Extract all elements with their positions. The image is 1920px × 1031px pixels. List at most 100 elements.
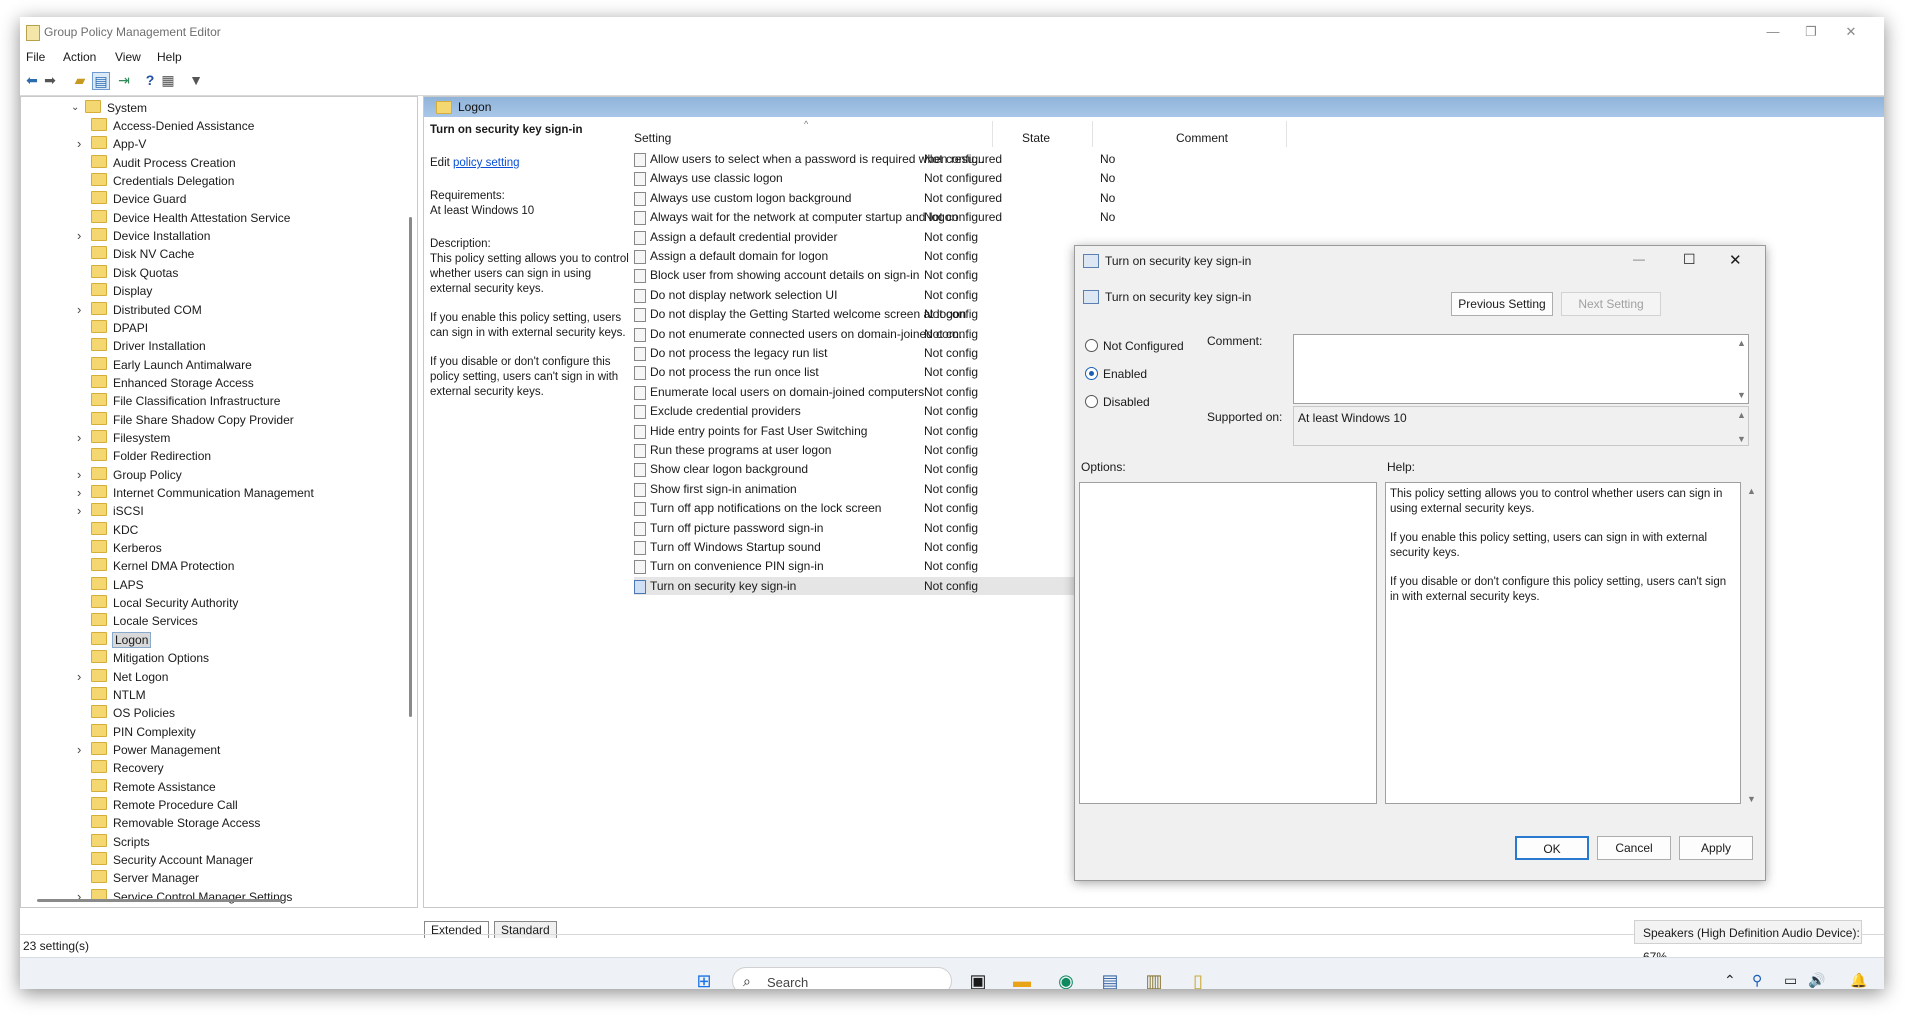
restore-button[interactable]: ❐ (1798, 22, 1824, 42)
chevron-up-icon[interactable]: ⌃ (1724, 972, 1736, 989)
tree-node[interactable]: Kerberos (91, 539, 162, 557)
policy-editor-icon[interactable]: ▯ (1186, 969, 1210, 989)
tree-node[interactable]: Remote Procedure Call (91, 796, 238, 814)
tree-node[interactable]: Recovery (91, 759, 164, 777)
tree-node[interactable]: Early Launch Antimalware (91, 356, 252, 374)
policy-row[interactable]: Do not display the Getting Started welco… (634, 305, 1054, 323)
column-separator[interactable] (1092, 121, 1093, 147)
tree-node[interactable]: LAPS (91, 576, 144, 594)
column-header-setting[interactable]: Setting (634, 131, 671, 145)
edge-icon[interactable]: ◉ (1054, 969, 1078, 989)
display-icon[interactable]: ▭ (1784, 972, 1797, 989)
menu-file[interactable]: File (26, 50, 45, 64)
tree-node[interactable]: Locale Services (91, 612, 198, 630)
menu-action[interactable]: Action (63, 50, 96, 64)
export-list-icon[interactable]: ⇥ (116, 72, 132, 88)
policy-row[interactable]: Turn off picture password sign-in Not con… (634, 519, 1054, 537)
tree-node[interactable]: Enhanced Storage Access (91, 374, 254, 392)
tree-horizontal-scrollbar[interactable] (37, 899, 282, 902)
policy-row[interactable]: Turn off Windows Startup sound Not config… (634, 538, 1054, 556)
policy-row[interactable]: Do not display network selection UI Not c… (634, 286, 1054, 304)
chevron-right-icon[interactable]: › (77, 668, 81, 686)
tree-node[interactable]: File Share Shadow Copy Provider (91, 411, 294, 429)
task-view-icon[interactable]: ▣ (966, 969, 990, 989)
tree-node[interactable]: Access-Denied Assistance (91, 117, 254, 135)
tree-node[interactable]: NTLM (91, 686, 146, 704)
chevron-right-icon[interactable]: › (77, 135, 81, 153)
policy-row[interactable]: Enumerate local users on domain-joined c… (634, 383, 1054, 401)
column-header-state[interactable]: State (1022, 131, 1050, 145)
dialog-minimize-button[interactable]: — (1633, 252, 1653, 266)
scroll-down-arrow-icon[interactable]: ▼ (1747, 794, 1756, 804)
policy-row[interactable]: Always wait for the network at computer … (634, 208, 1115, 226)
tree-node[interactable]: Remote Assistance (91, 778, 216, 796)
tree-node[interactable]: KDC (91, 521, 138, 539)
tree-node[interactable]: › App-V (77, 135, 146, 153)
tree-node[interactable]: Logon (91, 631, 152, 649)
scroll-up-arrow-icon[interactable]: ▲ (1747, 486, 1756, 496)
server-manager-icon[interactable]: ▤ (1098, 969, 1122, 989)
radio-enabled-label[interactable]: Enabled (1103, 367, 1147, 381)
policy-row[interactable]: Turn off app notifications on the lock s… (634, 499, 1054, 517)
tree-node[interactable]: › Internet Communication Management (77, 484, 314, 502)
policy-row[interactable]: Turn on convenience PIN sign-in Not confi… (634, 557, 1054, 575)
tree-node[interactable]: Disk Quotas (91, 264, 178, 282)
dialog-maximize-button[interactable]: ☐ (1683, 251, 1703, 268)
next-setting-button[interactable]: Next Setting (1561, 292, 1661, 316)
gpmc-icon[interactable]: ▥ (1142, 969, 1166, 989)
policy-row[interactable]: Hide entry points for Fast User Switchin… (634, 422, 1054, 440)
tree-node[interactable]: › Power Management (77, 741, 220, 759)
scroll-up-arrow-icon[interactable]: ▲ (1737, 338, 1746, 348)
chevron-right-icon[interactable]: › (77, 888, 81, 906)
policy-row[interactable]: Assign a default credential provider Not … (634, 228, 1054, 246)
scroll-up-arrow-icon[interactable]: ▲ (1737, 410, 1746, 420)
tree-node[interactable]: Disk NV Cache (91, 245, 194, 263)
policy-row[interactable]: Always use classic logon Not configured No (634, 169, 1115, 187)
tree-node-system[interactable]: ⌄ System (71, 99, 147, 117)
show-hide-tree-icon[interactable]: ▤ (92, 72, 110, 90)
notification-bell-icon[interactable]: 🔔 (1850, 972, 1867, 989)
tree-node[interactable]: Shutdown (91, 906, 166, 907)
tree-node[interactable]: Folder Redirection (91, 447, 211, 465)
tree-node[interactable]: › Group Policy (77, 466, 182, 484)
chevron-right-icon[interactable]: › (77, 466, 81, 484)
help-icon[interactable]: ? (142, 72, 158, 88)
ok-button[interactable]: OK (1515, 836, 1589, 860)
scroll-down-arrow-icon[interactable]: ▼ (1737, 390, 1746, 400)
chevron-right-icon[interactable]: › (77, 301, 81, 319)
chevron-right-icon[interactable]: › (77, 484, 81, 502)
tree-node[interactable]: Kernel DMA Protection (91, 557, 234, 575)
column-separator[interactable] (992, 121, 993, 147)
back-arrow-icon[interactable]: ⬅ (24, 72, 40, 88)
taskbar-search-box[interactable]: ⌕ Search (732, 967, 952, 989)
cancel-button[interactable]: Cancel (1597, 836, 1671, 860)
column-separator[interactable] (1286, 121, 1287, 147)
policy-row[interactable]: Do not enumerate connected users on doma… (634, 325, 1054, 343)
filter-icon[interactable]: ▼ (188, 72, 204, 88)
volume-icon[interactable]: 🔊 (1808, 972, 1825, 989)
menu-help[interactable]: Help (157, 50, 182, 64)
apply-button[interactable]: Apply (1679, 836, 1753, 860)
tree-node[interactable]: Mitigation Options (91, 649, 209, 667)
tree-node[interactable]: Audit Process Creation (91, 154, 236, 172)
policy-row[interactable]: Always use custom logon background Not co… (634, 189, 1115, 207)
file-explorer-icon[interactable]: ▬ (1010, 969, 1034, 989)
tree-node[interactable]: Local Security Authority (91, 594, 238, 612)
policy-setting-link[interactable]: policy setting (453, 157, 519, 169)
start-icon[interactable]: ⊞ (692, 969, 716, 989)
forward-arrow-icon[interactable]: ➡ (42, 72, 58, 88)
properties-icon[interactable]: ▦ (160, 72, 176, 88)
tree-node[interactable]: › Service Control Manager Settings (77, 888, 292, 906)
network-tray-icon[interactable]: ⚲ (1752, 972, 1762, 989)
radio-not-configured-label[interactable]: Not Configured (1103, 339, 1184, 353)
chevron-right-icon[interactable]: › (77, 429, 81, 447)
tree-node[interactable]: Device Guard (91, 190, 186, 208)
policy-row[interactable]: Run these programs at user logon Not conf… (634, 441, 1054, 459)
tree-node[interactable]: Removable Storage Access (91, 814, 260, 832)
tree-node[interactable]: Credentials Delegation (91, 172, 234, 190)
chevron-right-icon[interactable]: › (77, 741, 81, 759)
tree-node[interactable]: Server Manager (91, 869, 199, 887)
tree-node[interactable]: Security Account Manager (91, 851, 253, 869)
policy-row[interactable]: Do not process the run once list Not conf… (634, 363, 1054, 381)
chevron-down-icon[interactable]: ⌄ (71, 99, 79, 117)
